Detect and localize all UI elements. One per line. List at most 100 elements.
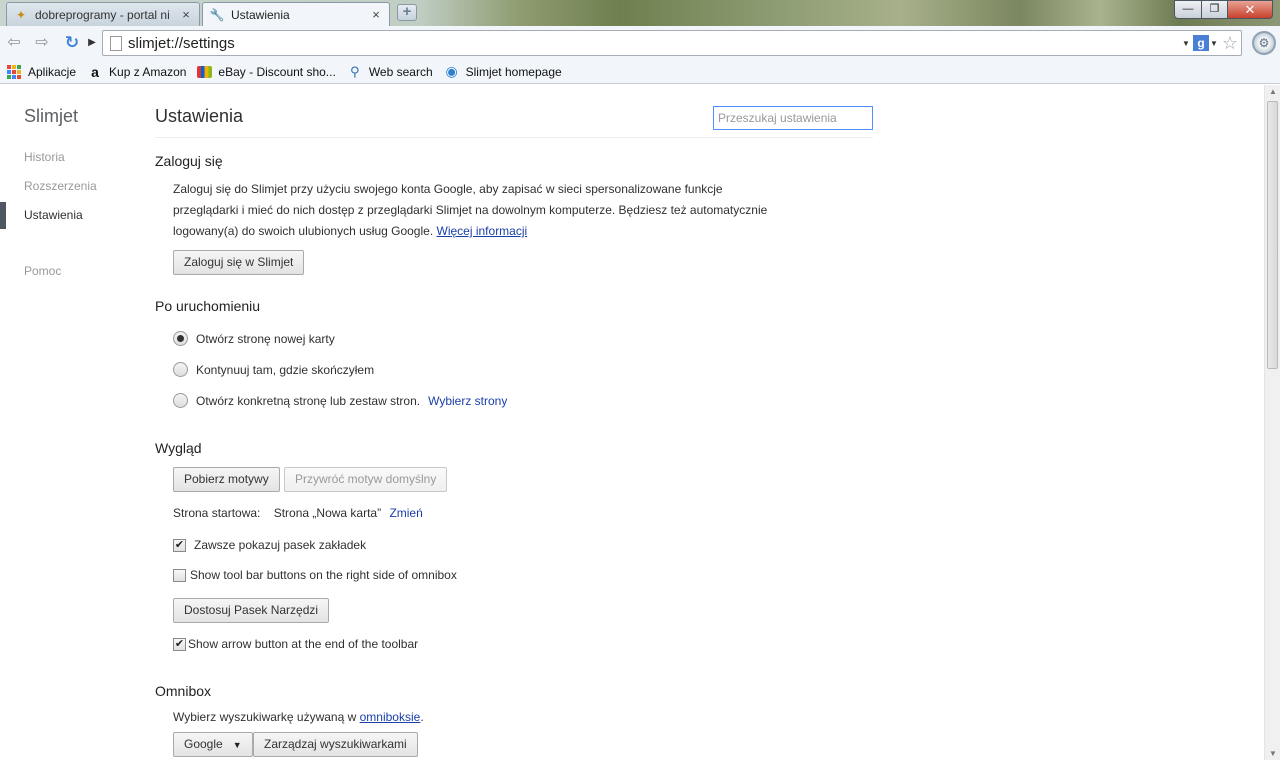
set-pages-link[interactable]: Wybierz strony xyxy=(428,394,507,408)
close-icon[interactable]: ✕ xyxy=(1227,0,1273,19)
google-search-icon[interactable]: g xyxy=(1193,35,1209,51)
back-arrow-icon[interactable]: ⇦ xyxy=(4,34,24,52)
active-nav-indicator xyxy=(0,202,6,229)
toolbar-arrow-icon[interactable]: ▶ xyxy=(86,34,98,52)
forward-arrow-icon[interactable]: ⇨ xyxy=(32,34,52,52)
radio-button[interactable] xyxy=(173,393,188,408)
checkbox[interactable]: ✔ xyxy=(173,538,186,552)
checkbox-label: Show arrow button at the end of the tool… xyxy=(188,637,419,651)
search-engine-select[interactable]: Google ▼ xyxy=(173,732,253,757)
signin-description-line: logowany(a) do swoich ulubionych usług G… xyxy=(173,221,527,242)
chevron-down-icon: ▼ xyxy=(232,740,242,750)
checkbox[interactable]: ✔ xyxy=(173,637,186,651)
title-bar: ✦ dobreprogramy - portal ni × 🔧 Ustawien… xyxy=(0,0,1280,26)
dobreprogramy-icon: ✦ xyxy=(15,7,27,22)
scroll-up-icon[interactable]: ▲ xyxy=(1269,87,1277,96)
sidebar-title: Slimjet xyxy=(24,106,79,126)
omnibox-description: Wybierz wyszukiwarkę używaną w omniboksi… xyxy=(173,707,424,728)
startup-option-new-tab[interactable]: Otwórz stronę nowej karty xyxy=(173,331,335,346)
signin-description-text: logowany(a) do swoich ulubionych usług G… xyxy=(173,224,434,238)
tab-ustawienia[interactable]: 🔧 Ustawienia × xyxy=(202,2,390,26)
checkbox-label: Zawsze pokazuj pasek zakładek xyxy=(194,538,367,552)
close-tab-icon[interactable]: × xyxy=(369,7,383,22)
bookmark-label: Kup z Amazon xyxy=(109,64,187,79)
checkbox[interactable] xyxy=(173,568,186,582)
section-title-omnibox: Omnibox xyxy=(155,683,212,699)
sidebar-item-historia[interactable]: Historia xyxy=(24,150,65,164)
radio-label: Kontynuuj tam, gdzie skończyłem xyxy=(196,362,375,377)
bookmark-star-icon[interactable]: ☆ xyxy=(1219,33,1241,54)
arrow-button-checkbox-row[interactable]: ✔ Show arrow button at the end of the to… xyxy=(173,637,418,651)
globe-icon: ◉ xyxy=(445,63,458,79)
show-bookmarks-bar-checkbox-row[interactable]: ✔ Zawsze pokazuj pasek zakładek xyxy=(173,538,366,552)
close-tab-icon[interactable]: × xyxy=(179,7,193,22)
omnibox-description-period: . xyxy=(420,710,424,724)
bookmarks-bar: Aplikacje a Kup z Amazon eBay - Discount… xyxy=(0,60,1280,84)
signin-description-line: Zaloguj się do Slimjet przy użyciu swoje… xyxy=(173,182,723,196)
sidebar-item-rozszerzenia[interactable]: Rozszerzenia xyxy=(24,179,97,193)
radio-label: Otwórz konkretną stronę lub zestaw stron… xyxy=(196,393,421,408)
search-settings-input[interactable] xyxy=(713,106,873,130)
bookmark-label: Slimjet homepage xyxy=(465,64,562,79)
reset-theme-button: Przywróć motyw domyślny xyxy=(284,467,448,492)
toolbar: ⇦ ⇨ ↻ ▶ slimjet://settings ▼ g ▼ ☆ ⚙ xyxy=(0,26,1280,60)
bookmark-label: eBay - Discount sho... xyxy=(218,64,336,79)
signin-description-line: przeglądarki i mieć do nich dostęp z prz… xyxy=(173,203,768,217)
omnibox-description-text: Wybierz wyszukiwarkę używaną w xyxy=(173,710,357,724)
settings-page: Slimjet Historia Rozszerzenia Ustawienia… xyxy=(0,85,1264,760)
startup-option-continue[interactable]: Kontynuuj tam, gdzie skończyłem xyxy=(173,362,374,377)
radio-button[interactable] xyxy=(173,331,188,346)
signin-button[interactable]: Zaloguj się w Slimjet xyxy=(173,250,305,275)
page-icon xyxy=(110,35,122,51)
search-engine-value: Google xyxy=(184,737,223,751)
homepage-value: Strona „Nowa karta” xyxy=(273,506,382,520)
checkbox-label: Show tool bar buttons on the right side … xyxy=(190,568,457,582)
tab-title: Ustawienia xyxy=(231,7,290,22)
minimize-icon[interactable]: — xyxy=(1174,0,1202,19)
bookmark-ebay[interactable]: eBay - Discount sho... xyxy=(197,64,336,79)
sidebar-item-pomoc[interactable]: Pomoc xyxy=(24,264,61,278)
section-title-appearance: Wygląd xyxy=(155,440,202,456)
bookmark-label: Web search xyxy=(368,64,433,79)
omnibox-dropdown-icon[interactable]: ▼ xyxy=(1181,39,1191,48)
reload-icon[interactable]: ↻ xyxy=(62,34,82,52)
section-title-signin: Zaloguj się xyxy=(155,153,223,169)
sidebar-item-ustawienia[interactable]: Ustawienia xyxy=(24,208,83,222)
homepage-label: Strona startowa: xyxy=(173,506,261,520)
amazon-icon: a xyxy=(91,63,99,80)
bookmark-label: Aplikacje xyxy=(28,64,77,79)
scrollbar-thumb[interactable] xyxy=(1267,101,1278,369)
homepage-row: Strona startowa: Strona „Nowa karta” Zmi… xyxy=(173,503,423,524)
get-themes-button[interactable]: Pobierz motywy xyxy=(173,467,280,492)
toolbar-right-checkbox-row[interactable]: Show tool bar buttons on the right side … xyxy=(173,568,457,582)
scroll-down-icon[interactable]: ▼ xyxy=(1269,749,1277,758)
bookmark-aplikacje[interactable]: Aplikacje xyxy=(6,64,76,80)
search-icon: ⚲ xyxy=(350,63,360,79)
tab-title: dobreprogramy - portal ni xyxy=(35,7,170,22)
tab-dobreprogramy[interactable]: ✦ dobreprogramy - portal ni × xyxy=(6,2,200,26)
learn-more-link[interactable]: Więcej informacji xyxy=(437,224,528,238)
ebay-icon xyxy=(197,65,213,78)
wrench-icon: 🔧 xyxy=(209,7,225,22)
omnibox[interactable]: slimjet://settings ▼ g ▼ ☆ xyxy=(102,30,1242,56)
header-divider xyxy=(155,137,873,138)
page-scrollbar[interactable]: ▲ ▼ xyxy=(1264,85,1280,760)
bookmark-amazon[interactable]: a Kup z Amazon xyxy=(87,64,186,80)
homepage-change-link[interactable]: Zmień xyxy=(389,506,422,520)
radio-button[interactable] xyxy=(173,362,188,377)
customize-toolbar-button[interactable]: Dostosuj Pasek Narzędzi xyxy=(173,598,330,623)
url-text[interactable]: slimjet://settings xyxy=(128,35,1181,52)
bookmark-slimjet-homepage[interactable]: ◉ Slimjet homepage xyxy=(444,63,562,80)
apps-grid-icon xyxy=(6,64,22,80)
manage-search-engines-button[interactable]: Zarządzaj wyszukiwarkami xyxy=(253,732,418,757)
radio-label: Otwórz stronę nowej karty xyxy=(196,331,335,346)
settings-menu-icon[interactable]: ⚙ xyxy=(1252,31,1276,55)
restore-icon[interactable]: ❐ xyxy=(1201,0,1228,19)
bookmark-web-search[interactable]: ⚲ Web search xyxy=(347,64,433,80)
search-engine-dropdown-icon[interactable]: ▼ xyxy=(1209,39,1219,48)
page-title: Ustawienia xyxy=(155,106,244,126)
omnibox-link[interactable]: omniboksie xyxy=(360,710,421,724)
section-title-startup: Po uruchomieniu xyxy=(155,298,261,314)
startup-option-specific-pages[interactable]: Otwórz konkretną stronę lub zestaw stron… xyxy=(173,393,507,408)
new-tab-button[interactable]: + xyxy=(397,4,417,21)
